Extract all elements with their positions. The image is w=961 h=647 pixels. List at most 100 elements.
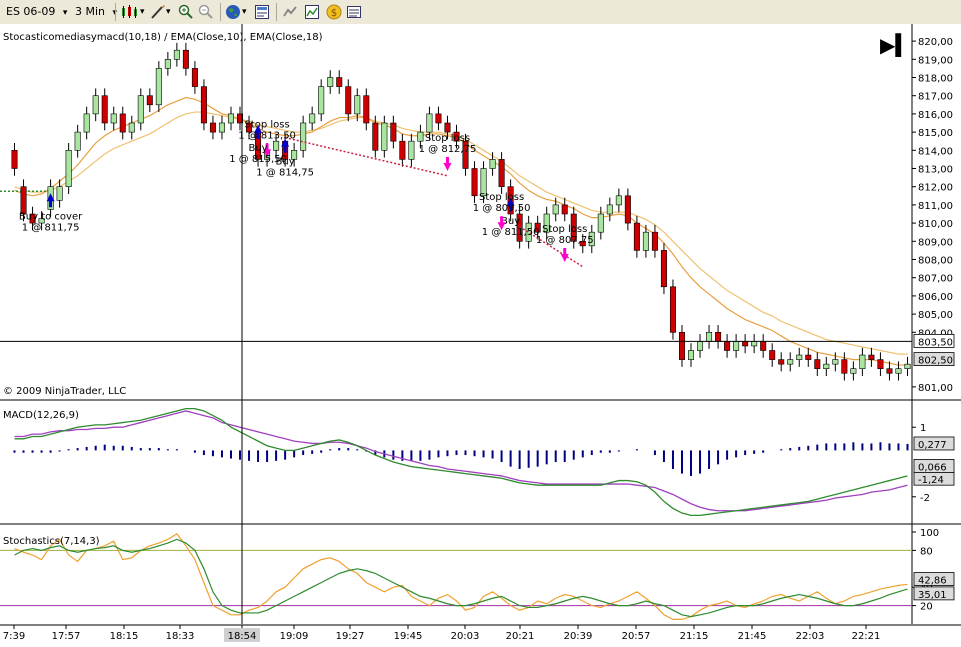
properties-icon[interactable] (254, 4, 270, 20)
data-box-icon[interactable] (346, 4, 362, 20)
play-end-icon[interactable]: ▶▍ (880, 33, 911, 57)
time-label: 20:03 (451, 631, 480, 642)
draw-tool-icon[interactable] (150, 4, 166, 20)
time-label: 17:57 (52, 631, 81, 642)
candle (552, 204, 559, 215)
time-label: 22:21 (852, 631, 881, 642)
candle (336, 77, 343, 87)
price-tick-label: 810,00 (918, 219, 953, 230)
candle (363, 95, 370, 124)
candle (561, 204, 568, 215)
candle (895, 368, 902, 374)
strategy-icon[interactable] (282, 4, 298, 20)
candle (318, 86, 325, 115)
candle (56, 186, 63, 201)
stoch-value-label: 35,01 (918, 590, 947, 601)
candle (218, 122, 225, 133)
price-tick-label: 808,00 (918, 256, 953, 267)
candle (688, 350, 695, 360)
trade-price: 1 @ 813,50 (238, 130, 296, 141)
candle (724, 341, 731, 351)
chevron-down-icon[interactable]: ▾ (140, 4, 145, 20)
trade-label: Stop loss (244, 119, 289, 130)
candle (859, 354, 866, 369)
macd-value-label: 0,277 (918, 440, 947, 451)
svg-text:$: $ (331, 8, 337, 19)
candle (769, 350, 776, 360)
toolbar-divider (220, 3, 221, 21)
candle (498, 159, 505, 187)
chart-area[interactable]: 820,00 819,00 818,00 817,00 816,00 815,00 814,… (0, 24, 961, 647)
stoch-value-label: 42,86 (918, 576, 947, 587)
price-tick-label: 820,00 (918, 37, 953, 48)
time-label: 19:27 (336, 631, 365, 642)
price-tick-label: 809,00 (918, 237, 953, 248)
trade-price: 1 @ 811,50 (482, 227, 540, 238)
candle (624, 195, 631, 224)
candle (273, 140, 280, 151)
chart-window: ES 06-09 ▾ 3 Min ▾ ▾ ▾ ▾ (0, 0, 961, 647)
price-tick-label: 812,00 (918, 183, 953, 194)
candle (778, 359, 785, 365)
candle (814, 359, 821, 370)
bar-type-icon[interactable] (120, 4, 140, 20)
candle (606, 204, 613, 215)
candle (904, 363, 911, 369)
price-marker-label: 803,50 (918, 337, 953, 348)
time-axis: 7:39 17:57 18:15 18:33 18:54 19:09 19:27 19:45 2… (3, 625, 881, 642)
candle (20, 186, 27, 215)
trade-price: 1 @ 809,50 (473, 203, 531, 214)
candle (823, 363, 830, 369)
trade-label: Stop loss (425, 133, 470, 144)
time-label: 20:21 (506, 631, 535, 642)
candle (841, 359, 848, 374)
zoom-out-icon[interactable] (198, 4, 214, 20)
zoom-in-icon[interactable] (178, 4, 194, 20)
stoch-series-line (14, 538, 908, 618)
toolbar: ES 06-09 ▾ 3 Min ▾ ▾ ▾ ▾ (0, 0, 961, 25)
candle (886, 368, 893, 374)
toolbar-divider (115, 3, 116, 21)
candle (877, 359, 884, 370)
candle (309, 113, 316, 124)
toolbar-divider (276, 3, 277, 21)
candle (805, 354, 812, 360)
candle (733, 341, 740, 351)
time-label: 20:57 (622, 631, 651, 642)
candle (787, 359, 794, 365)
macd-panel: 1 -2 0,277 -1,24 0,066 MACD(12,26,9) (0, 400, 961, 525)
trade-price: 1 @ 814,75 (256, 168, 314, 179)
chevron-down-icon[interactable]: ▾ (166, 4, 171, 20)
time-label: 18:33 (166, 631, 195, 642)
candle (227, 113, 234, 124)
trade-price: 1 @ 811,75 (22, 222, 80, 233)
price-tick-label: 807,00 (918, 274, 953, 285)
candle (300, 122, 307, 151)
price-tick-label: 815,00 (918, 128, 953, 139)
macd-value-label: 0,066 (918, 462, 947, 473)
candle (832, 359, 839, 365)
price-tick-label: 816,00 (918, 110, 953, 121)
candle (155, 68, 162, 106)
candle (74, 131, 81, 151)
candle (65, 150, 72, 188)
candle (796, 354, 803, 360)
stoch-tick-label: 80 (920, 546, 933, 557)
chart-trader-icon[interactable] (304, 4, 320, 20)
instrument-label: ES 06-09 (6, 5, 56, 18)
candle (372, 122, 379, 151)
candle (381, 122, 388, 151)
candle (92, 95, 99, 115)
macd-tick-label: 1 (920, 423, 926, 434)
trade-label: Buy (276, 157, 295, 168)
price-tick-label: 813,00 (918, 165, 953, 176)
interval-selector[interactable]: 3 Min ▾ (75, 4, 117, 20)
trade-price: 1 @ 807,75 (536, 235, 594, 246)
instrument-selector[interactable]: ES 06-09 ▾ (6, 4, 67, 20)
alerts-icon[interactable]: $ (326, 4, 342, 20)
chevron-down-icon[interactable]: ▾ (242, 4, 247, 20)
trade-label: Stop loss (479, 192, 524, 203)
globe-icon[interactable] (225, 4, 241, 20)
candle (417, 131, 424, 142)
candle (868, 354, 875, 360)
